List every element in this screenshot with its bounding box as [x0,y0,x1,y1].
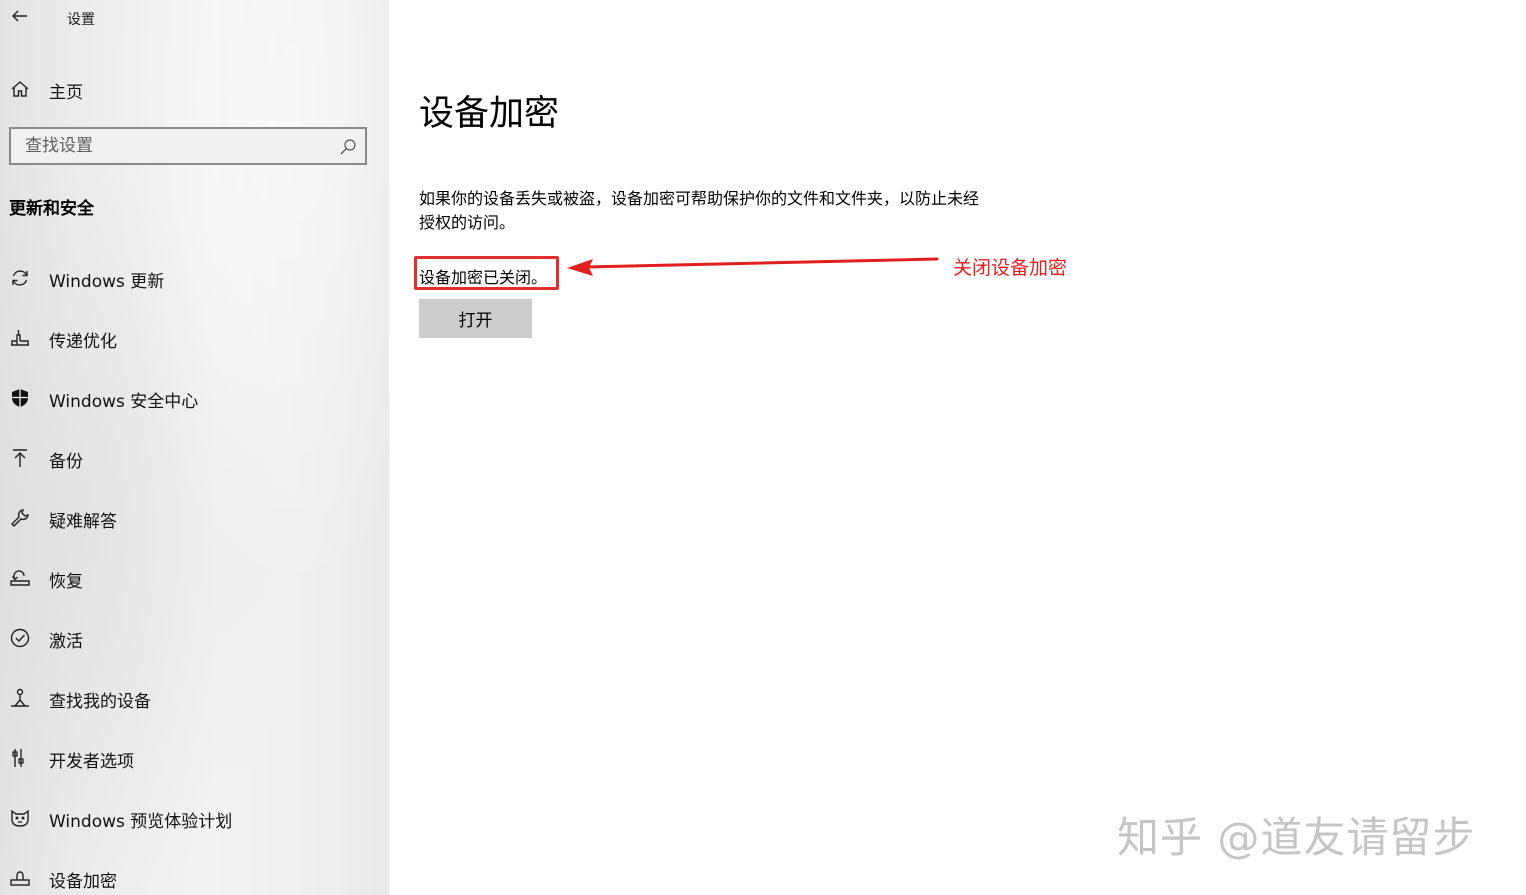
settings-window: 设置 主页 更新和安全 [0,0,1526,895]
sidebar-item-device-encryption[interactable]: 设备加密 [0,848,389,895]
check-circle-icon [9,627,31,649]
sidebar-item-recovery[interactable]: 恢复 [0,548,389,608]
sync-icon [9,267,31,289]
sidebar-item-label: 查找我的设备 [49,692,151,712]
sidebar-item-delivery-optimization[interactable]: 传递优化 [0,308,389,368]
backup-arrow-icon [9,447,31,469]
sidebar-item-label: 激活 [49,632,83,652]
sidebar-item-label: Windows 预览体验计划 [49,812,233,832]
sidebar-nav: Windows 更新 传递优化 Windows 安全中心 备份 疑难解答 恢复 … [0,248,389,895]
sidebar-item-label: 设备加密 [49,872,117,892]
back-arrow-icon [12,10,27,22]
search-icon[interactable] [339,138,357,156]
shield-icon [9,387,31,409]
main-content: 设备加密 如果你的设备丢失或被盗，设备加密可帮助保护你的文件和文件夹，以防止未经… [389,0,1526,895]
sidebar-item-label: 传递优化 [49,332,117,352]
sidebar-item-windows-update[interactable]: Windows 更新 [0,248,389,308]
sidebar-item-label: 恢复 [49,572,83,592]
watermark-text: 知乎 @道友请留步 [1117,813,1476,862]
insider-cat-icon [9,807,31,829]
encryption-status: 设备加密已关闭。 [419,268,548,287]
sidebar-item-find-my-device[interactable]: 查找我的设备 [0,668,389,728]
search-box [9,127,367,165]
sidebar-item-windows-insider[interactable]: Windows 预览体验计划 [0,788,389,848]
sidebar-item-troubleshoot[interactable]: 疑难解答 [0,488,389,548]
annotation-label: 关闭设备加密 [953,257,1068,279]
page-title: 设备加密 [419,94,560,135]
sidebar-item-label: Windows 安全中心 [49,392,199,412]
sidebar-item-label: 备份 [49,452,83,472]
device-encryption-icon [9,867,31,889]
sidebar-item-label: 主页 [49,83,83,103]
sidebar: 设置 主页 更新和安全 [0,0,389,895]
recovery-icon [9,567,31,589]
sidebar-item-home[interactable]: 主页 [0,70,389,108]
sidebar-item-label: 疑难解答 [49,512,117,532]
back-button[interactable] [8,4,32,28]
sidebar-item-label: Windows 更新 [49,272,165,292]
sidebar-item-backup[interactable]: 备份 [0,428,389,488]
annotation-arrow-icon [567,257,939,276]
sidebar-item-windows-security[interactable]: Windows 安全中心 [0,368,389,428]
open-encryption-button[interactable]: 打开 [419,299,532,338]
search-input[interactable] [11,129,331,163]
sidebar-item-activation[interactable]: 激活 [0,608,389,668]
description-text: 如果你的设备丢失或被盗，设备加密可帮助保护你的文件和文件夹，以防止未经授权的访问… [419,189,980,232]
title-bar: 设置 [0,0,389,34]
sidebar-item-label: 开发者选项 [49,752,134,772]
find-device-icon [9,687,31,709]
window-title: 设置 [67,12,95,28]
home-icon [9,78,31,100]
wrench-icon [9,507,31,529]
developer-tools-icon [9,747,31,769]
delivery-optimization-icon [9,327,31,349]
section-title: 更新和安全 [9,199,94,219]
sidebar-item-developer-options[interactable]: 开发者选项 [0,728,389,788]
